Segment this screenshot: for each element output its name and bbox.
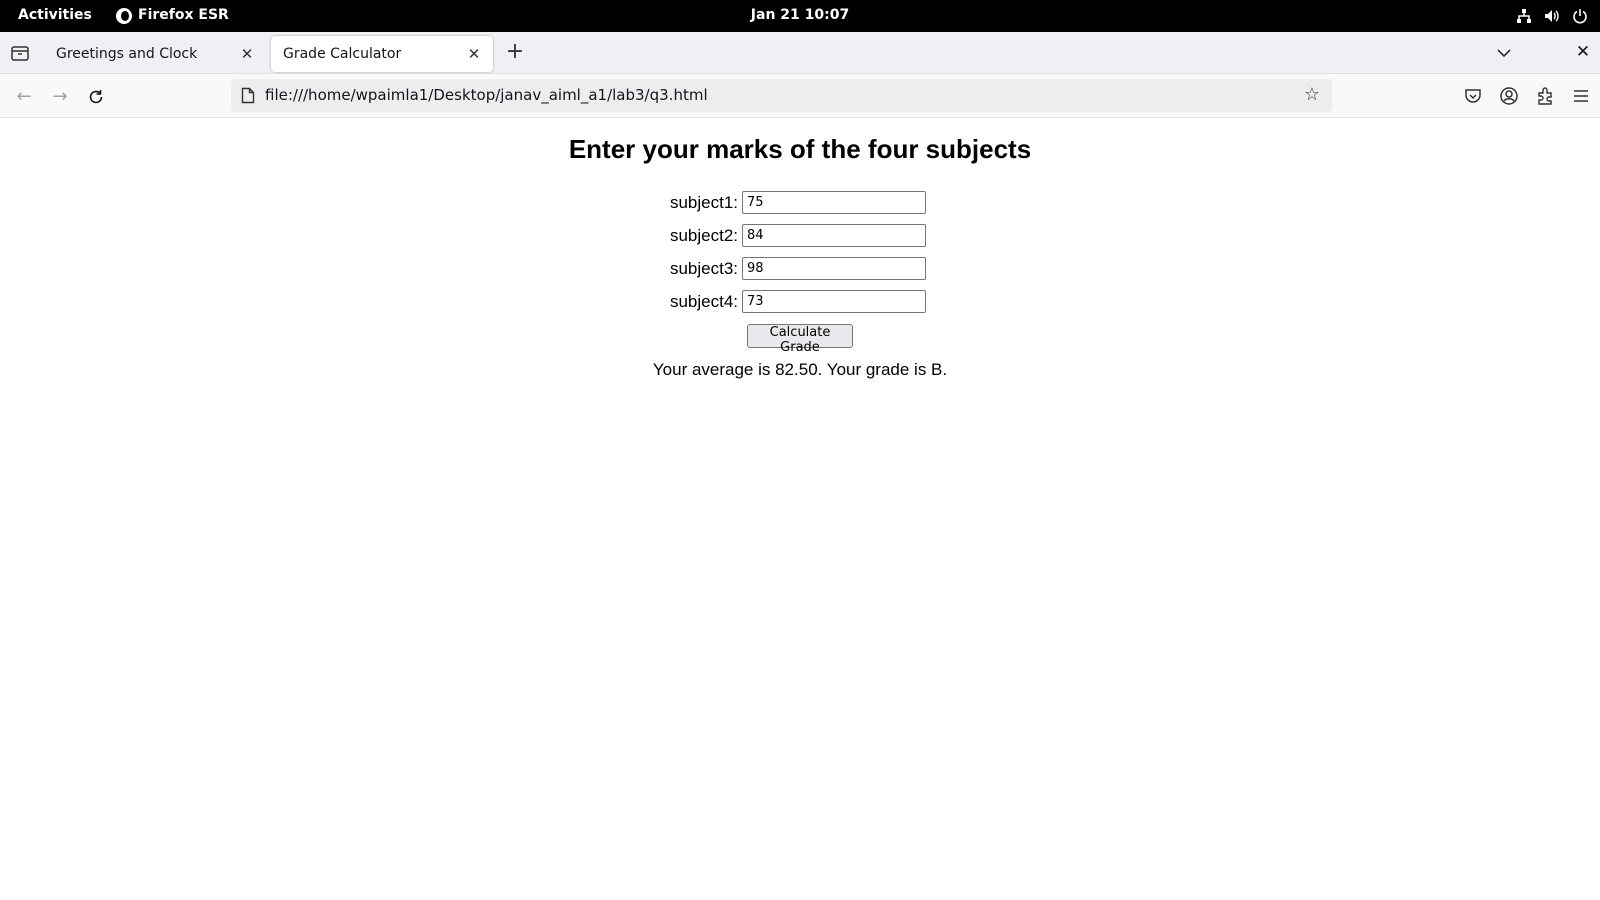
tab-title: Greetings and Clock <box>56 46 198 62</box>
subject1-label: subject1: <box>669 193 738 212</box>
volume-icon[interactable] <box>1544 8 1560 24</box>
extensions-icon[interactable] <box>1534 85 1556 107</box>
reload-icon[interactable] <box>84 85 108 109</box>
subject3-label: subject3: <box>669 259 738 278</box>
hamburger-menu-icon[interactable] <box>1570 85 1592 107</box>
tab-title: Grade Calculator <box>283 46 402 62</box>
subject2-input[interactable] <box>742 224 926 247</box>
page-document-icon <box>241 87 255 104</box>
pocket-icon[interactable] <box>1462 85 1484 107</box>
tab-strip: Greetings and Clock ✕ Grade Calculator ✕… <box>0 32 1600 74</box>
window-close-icon[interactable]: ✕ <box>1573 41 1593 63</box>
subject3-input[interactable] <box>742 257 926 280</box>
forward-arrow-icon[interactable]: → <box>48 85 72 109</box>
subject2-row: subject2: <box>0 224 1600 248</box>
subject1-input[interactable] <box>742 191 926 214</box>
power-icon[interactable] <box>1572 8 1588 24</box>
tab-greetings-and-clock[interactable]: Greetings and Clock ✕ <box>44 36 266 72</box>
page-heading: Enter your marks of the four subjects <box>568 134 1032 164</box>
close-icon[interactable]: ✕ <box>238 45 256 63</box>
tab-grade-calculator[interactable]: Grade Calculator ✕ <box>271 36 493 72</box>
subject4-input[interactable] <box>742 290 926 313</box>
close-icon[interactable]: ✕ <box>465 45 483 63</box>
url-bar[interactable]: file:///home/wpaimla1/Desktop/janav_aiml… <box>231 79 1332 112</box>
system-tray[interactable] <box>1516 0 1588 32</box>
subject3-row: subject3: <box>0 257 1600 281</box>
system-top-bar: Activities Firefox ESR Jan 21 10:07 <box>0 0 1600 32</box>
bookmark-star-icon[interactable]: ☆ <box>1302 85 1322 105</box>
navigation-toolbar: ← → file:///home/wpaimla1/Desktop/janav_… <box>0 74 1600 118</box>
subject2-label: subject2: <box>669 226 738 245</box>
app-menu[interactable]: Firefox ESR <box>116 0 229 31</box>
result-text: Your average is 82.50. Your grade is B. <box>652 360 948 379</box>
account-icon[interactable] <box>1498 85 1520 107</box>
url-text[interactable]: file:///home/wpaimla1/Desktop/janav_aiml… <box>265 79 708 112</box>
calculate-grade-button[interactable]: Calculate Grade <box>747 324 853 355</box>
page-content: Enter your marks of the four subjects su… <box>0 119 1600 900</box>
subject1-row: subject1: <box>0 191 1600 215</box>
subject4-row: subject4: <box>0 290 1600 314</box>
new-tab-plus-icon[interactable]: + <box>502 40 528 66</box>
subject4-label: subject4: <box>669 292 738 311</box>
firefox-view-icon[interactable] <box>8 41 32 65</box>
firefox-icon <box>116 7 132 24</box>
network-icon[interactable] <box>1516 8 1532 24</box>
clock[interactable]: Jan 21 10:07 <box>0 0 1600 31</box>
back-arrow-icon[interactable]: ← <box>12 85 36 109</box>
app-name: Firefox ESR <box>138 7 229 23</box>
chevron-down-icon[interactable] <box>1493 42 1515 64</box>
activities-button[interactable]: Activities <box>18 0 92 31</box>
